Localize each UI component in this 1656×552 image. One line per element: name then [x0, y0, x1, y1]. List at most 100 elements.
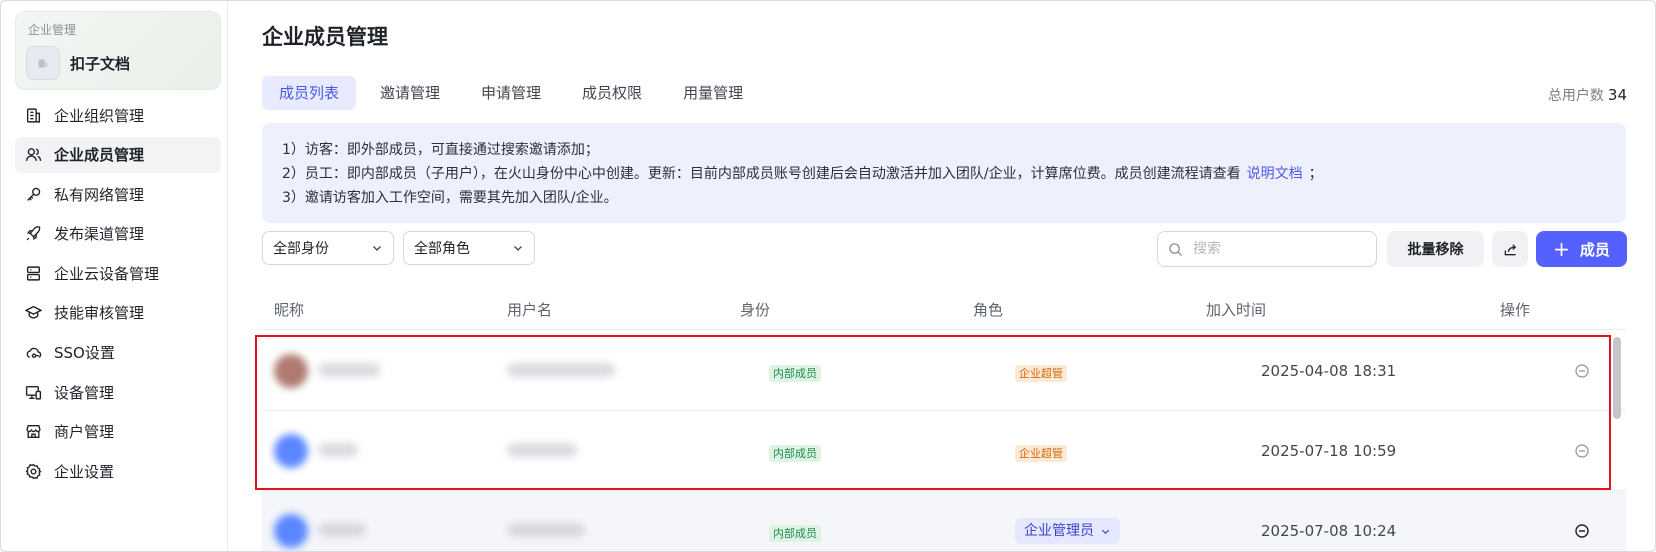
notice-line-3: 3）邀请访客加入工作空间，需要其先加入团队/企业。: [282, 190, 618, 206]
sidebar-item-channels[interactable]: 发布渠道管理: [15, 216, 221, 252]
org-card[interactable]: 企业管理 扣子文档: [15, 11, 221, 90]
gear-icon: [24, 462, 42, 480]
username-redacted: [507, 363, 615, 377]
nickname-redacted: [318, 363, 380, 377]
avatar: [274, 514, 308, 548]
avatar: [274, 354, 308, 388]
rocket-icon: [24, 225, 42, 243]
role-badge: 企业超管: [1015, 445, 1067, 462]
bulk-remove-button[interactable]: 批量移除: [1387, 231, 1484, 267]
export-button[interactable]: [1492, 231, 1528, 267]
sidebar-item-private-network[interactable]: 私有网络管理: [15, 176, 221, 212]
tab-member-list[interactable]: 成员列表: [262, 76, 357, 110]
remove-icon[interactable]: [1574, 443, 1590, 459]
sidebar-item-label: 企业设置: [54, 462, 115, 481]
chevron-down-icon: [514, 246, 522, 251]
username-redacted: [507, 443, 577, 457]
total-users: 总用户数 34: [1548, 85, 1627, 105]
tab-permissions[interactable]: 成员权限: [565, 76, 659, 110]
sidebar-nav: 企业组织管理 企业成员管理 私有网络管理 发布渠道管理 企业云设备管理 技能审核…: [15, 97, 221, 493]
chevron-down-icon: [1101, 529, 1110, 534]
notice-line-2-text: 2）员工：即内部成员（子用户），在火山身份中心中创建。更新：目前内部成员账号创建…: [282, 166, 1241, 182]
role-filter-value: 全部角色: [414, 241, 470, 257]
col-username: 用户名: [507, 301, 553, 319]
share-export-icon: [1504, 243, 1516, 255]
sidebar-item-label: 企业组织管理: [54, 106, 145, 125]
table-row[interactable]: 内部成员 企业超管 2025-07-18 10:59: [262, 411, 1626, 491]
search-icon: [1169, 242, 1183, 256]
remove-icon[interactable]: [1574, 523, 1590, 539]
sidebar-item-skill-review[interactable]: 技能审核管理: [15, 295, 221, 331]
identity-filter-value: 全部身份: [273, 241, 329, 257]
org-name: 扣子文档: [70, 55, 131, 73]
sidebar-item-org[interactable]: 企业组织管理: [15, 97, 221, 133]
identity-badge: 内部成员: [769, 525, 821, 542]
sidebar-item-members[interactable]: 企业成员管理: [15, 136, 221, 173]
role-select[interactable]: 企业管理员: [1015, 518, 1120, 544]
plus-icon: +: [1553, 237, 1570, 261]
add-member-label: 成员: [1579, 240, 1610, 259]
sidebar-item-label: 商户管理: [54, 423, 115, 442]
key-icon: [24, 185, 42, 203]
docs-link[interactable]: 说明文档: [1247, 166, 1303, 182]
col-role: 角色: [973, 301, 1004, 319]
org-logo-icon: [26, 46, 60, 80]
filter-bar: 全部身份 全部角色: [262, 231, 544, 265]
total-users-label: 总用户数: [1547, 88, 1604, 104]
sidebar: 企业管理 扣子文档 企业组织管理 企业成员管理 私有网络管理 发布渠道管理 企业…: [1, 1, 228, 551]
table-header: 昵称 用户名 身份 角色 加入时间 操作: [262, 287, 1626, 330]
sidebar-item-devices[interactable]: 设备管理: [15, 374, 221, 410]
users-icon: [24, 146, 42, 164]
devices-icon: [24, 383, 42, 401]
sidebar-item-merchants[interactable]: 商户管理: [15, 414, 221, 450]
total-users-value: 34: [1607, 86, 1627, 104]
notice-line-2: 2）员工：即内部成员（子用户），在火山身份中心中创建。更新：目前内部成员账号创建…: [282, 163, 1323, 183]
tab-applications[interactable]: 申请管理: [464, 76, 558, 110]
main-content: 企业成员管理 成员列表 邀请管理 申请管理 成员权限 用量管理 总用户数 34 1…: [228, 1, 1655, 551]
joined-time: 2025-04-08 18:31: [1261, 362, 1397, 380]
table-row[interactable]: 内部成员 企业管理员 2025-07-08 10:24: [262, 491, 1626, 551]
table-row[interactable]: 内部成员 企业超管 2025-04-08 18:31: [262, 331, 1626, 411]
store-icon: [24, 423, 42, 441]
server-icon: [24, 264, 42, 282]
nickname-redacted: [318, 523, 366, 537]
sidebar-item-label: 技能审核管理: [54, 304, 145, 323]
sidebar-item-label: 发布渠道管理: [54, 225, 145, 244]
search-box[interactable]: [1157, 231, 1377, 267]
tab-bar: 成员列表 邀请管理 申请管理 成员权限 用量管理: [262, 76, 767, 110]
add-member-button[interactable]: + 成员: [1536, 231, 1627, 267]
cloud-key-icon: [24, 344, 42, 362]
scrollbar[interactable]: [1613, 337, 1621, 419]
sidebar-item-label: SSO设置: [54, 344, 115, 363]
chevron-down-icon: [373, 246, 381, 251]
notice-line-2-end: ；: [1308, 166, 1323, 182]
identity-filter-select[interactable]: 全部身份: [262, 231, 394, 265]
tab-usage[interactable]: 用量管理: [666, 76, 760, 110]
tab-invites[interactable]: 邀请管理: [363, 76, 457, 110]
joined-time: 2025-07-18 10:59: [1261, 442, 1397, 460]
username-redacted: [507, 523, 585, 537]
sidebar-item-label: 设备管理: [54, 383, 115, 402]
sidebar-item-label: 企业成员管理: [54, 146, 145, 165]
org-kicker: 企业管理: [28, 23, 77, 37]
col-nickname: 昵称: [274, 301, 305, 319]
search-input[interactable]: [1191, 240, 1365, 258]
page-title: 企业成员管理: [262, 25, 388, 49]
avatar: [274, 434, 308, 468]
sidebar-item-label: 企业云设备管理: [54, 264, 160, 283]
app-window: 企业管理 扣子文档 企业组织管理 企业成员管理 私有网络管理 发布渠道管理 企业…: [0, 0, 1656, 552]
sidebar-item-sso[interactable]: SSO设置: [15, 335, 221, 371]
joined-time: 2025-07-08 10:24: [1261, 522, 1397, 540]
role-filter-select[interactable]: 全部角色: [403, 231, 535, 265]
col-joined-time: 加入时间: [1206, 301, 1267, 319]
col-identity: 身份: [740, 301, 771, 319]
building-icon: [24, 106, 42, 124]
sidebar-item-label: 私有网络管理: [54, 185, 145, 204]
notice-box: 1）访客：即外部成员，可直接通过搜索邀请添加； 2）员工：即内部成员（子用户），…: [262, 123, 1626, 223]
remove-icon[interactable]: [1574, 363, 1590, 379]
sidebar-item-settings[interactable]: 企业设置: [15, 453, 221, 489]
member-table-body: 内部成员 企业超管 2025-04-08 18:31 内部成员 企业超管 202…: [262, 331, 1626, 551]
graduation-cap-icon: [24, 304, 42, 322]
identity-badge: 内部成员: [769, 365, 821, 382]
sidebar-item-cloud-devices[interactable]: 企业云设备管理: [15, 255, 221, 291]
